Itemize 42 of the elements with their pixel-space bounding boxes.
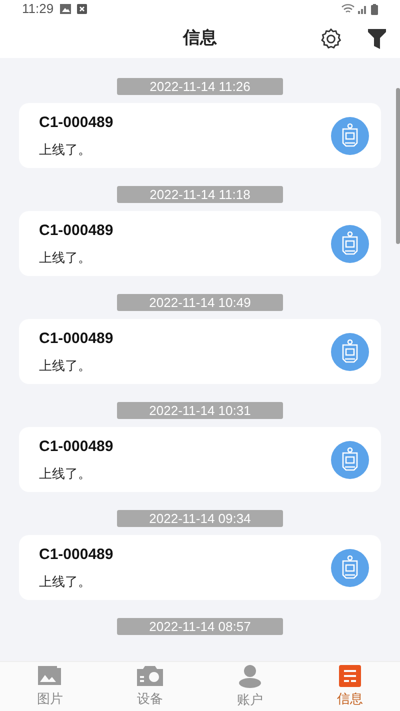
device-name: C1-000489 bbox=[39, 544, 114, 564]
settings-button[interactable] bbox=[320, 28, 342, 50]
message-card[interactable]: C1-000489 上线了。 bbox=[19, 103, 381, 168]
settings-icon bbox=[320, 28, 342, 50]
nav-tab[interactable]: 信息 bbox=[300, 662, 400, 711]
timestamp-label: 2022-11-14 08:57 bbox=[117, 618, 283, 635]
device-name: C1-000489 bbox=[39, 112, 114, 132]
message-text: 上线了。 bbox=[39, 465, 92, 483]
pictures-icon bbox=[37, 664, 63, 687]
device-avatar-icon bbox=[331, 116, 369, 154]
message-card[interactable]: C1-000489 上线了。 bbox=[19, 427, 381, 492]
device-name: C1-000489 bbox=[39, 436, 114, 456]
device-avatar-icon bbox=[331, 440, 369, 478]
news-icon bbox=[339, 664, 361, 687]
device-avatar-icon bbox=[331, 548, 369, 586]
message-text: 上线了。 bbox=[39, 141, 92, 159]
device-avatar-icon bbox=[331, 224, 369, 262]
filter-button[interactable] bbox=[368, 29, 386, 49]
timestamp-label: 2022-11-14 09:34 bbox=[117, 510, 283, 527]
message-text: 上线了。 bbox=[39, 573, 92, 591]
device-name: C1-000489 bbox=[39, 220, 114, 240]
battery-icon bbox=[371, 4, 378, 14]
message-text: 上线了。 bbox=[39, 249, 92, 267]
image-icon bbox=[60, 4, 71, 14]
signal-icon bbox=[358, 4, 368, 14]
timestamp-label: 2022-11-14 10:49 bbox=[117, 294, 283, 311]
message-card[interactable]: C1-000489 上线了。 bbox=[19, 319, 381, 384]
close-icon bbox=[76, 4, 87, 14]
timestamp-label: 2022-11-14 11:18 bbox=[117, 186, 283, 203]
wifi-icon bbox=[341, 4, 355, 14]
timestamp-label: 2022-11-14 10:31 bbox=[117, 402, 283, 419]
filter-icon bbox=[368, 29, 386, 49]
message-card[interactable]: C1-000489 上线了。 bbox=[19, 211, 381, 276]
timestamp-label: 2022-11-14 11:26 bbox=[117, 78, 283, 95]
device-name: C1-000489 bbox=[39, 328, 114, 348]
page-title: 信息 bbox=[183, 27, 217, 50]
message-card[interactable]: C1-000489 上线了。 bbox=[19, 535, 381, 600]
person-icon bbox=[238, 664, 262, 688]
status-time: 11:29 bbox=[22, 0, 54, 18]
message-text: 上线了。 bbox=[39, 357, 92, 375]
camera-icon bbox=[136, 664, 164, 687]
device-avatar-icon bbox=[331, 332, 369, 370]
